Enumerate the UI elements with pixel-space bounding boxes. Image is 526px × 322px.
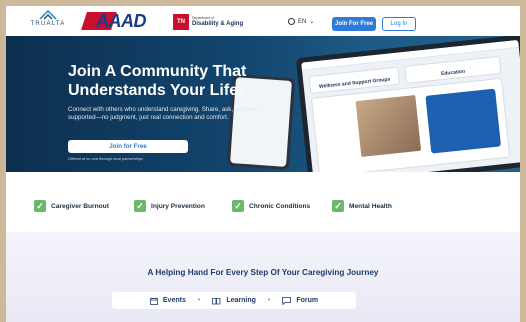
language-label: EN (298, 18, 307, 25)
login-button[interactable]: Log In (382, 17, 416, 31)
journey-section: A Helping Hand For Every Step Of Your Ca… (6, 232, 520, 322)
tab-forum[interactable]: Forum (276, 296, 324, 305)
globe-icon (288, 18, 295, 25)
chat-icon (282, 296, 292, 305)
check-icon: ✓ (332, 200, 344, 212)
feature-injury-prevention: ✓ Injury Prevention (134, 200, 205, 212)
feature-label: Injury Prevention (151, 202, 205, 210)
check-icon: ✓ (34, 200, 46, 212)
tn-dept-name: Disability & Aging (192, 20, 244, 27)
feature-label: Caregiver Burnout (51, 202, 109, 210)
laptop-screen: Wellness and Support Groups Education (301, 39, 520, 172)
laptop-promo-card (425, 88, 502, 154)
aaad-logo[interactable]: AAAD (81, 11, 162, 31)
feature-mental-health: ✓ Mental Health (332, 200, 392, 212)
tab-learning[interactable]: Learning (206, 297, 262, 305)
tab-label: Events (162, 297, 186, 304)
chevron-down-icon: ⌄ (309, 19, 315, 25)
page-frame: TRUALTA AAAD TN Department of Disability… (6, 6, 520, 322)
separator-dot: • (267, 297, 271, 304)
hero-title: Join A Community That Understands Your L… (68, 63, 247, 99)
tn-dept-logo[interactable]: TN Department of Disability & Aging (173, 14, 243, 30)
trualta-logo[interactable]: TRUALTA (28, 10, 68, 34)
language-selector[interactable]: EN ⌄ (288, 18, 314, 25)
laptop-mockup: Wellness and Support Groups Education (295, 36, 520, 172)
feature-chronic-conditions: ✓ Chronic Conditions (232, 200, 310, 212)
check-icon: ✓ (134, 200, 146, 212)
hero-subtitle: Connect with others who understand careg… (68, 106, 257, 121)
tn-badge: TN (173, 14, 189, 30)
aaad-wordmark: AAAD (96, 11, 147, 31)
check-icon: ✓ (232, 200, 244, 212)
journey-tabs: Events • Learning • Forum (112, 292, 356, 309)
tab-events[interactable]: Events (144, 297, 192, 305)
tn-dept-text: Department of Disability & Aging (192, 17, 243, 27)
tab-label: Learning (226, 297, 256, 304)
laptop-photo (355, 94, 422, 157)
join-free-button-nav[interactable]: Join For Free (332, 17, 376, 31)
join-free-button-hero[interactable]: Join for Free (68, 140, 188, 153)
features-strip: ✓ Caregiver Burnout ✓ Injury Prevention … (6, 172, 520, 232)
book-icon (212, 297, 221, 304)
feature-label: Chronic Conditions (249, 202, 311, 210)
journey-title: A Helping Hand For Every Step Of Your Ca… (147, 268, 379, 277)
hero-section: Wellness and Support Groups Education Jo… (6, 36, 520, 172)
feature-caregiver-burnout: ✓ Caregiver Burnout (34, 200, 109, 212)
tab-label: Forum (296, 297, 319, 304)
trualta-mountain-icon (39, 10, 57, 20)
calendar-icon (149, 297, 158, 305)
separator-dot: • (197, 297, 201, 304)
feature-label: Mental Health (349, 202, 392, 210)
trualta-wordmark: TRUALTA (30, 21, 66, 27)
top-nav: TRUALTA AAAD TN Department of Disability… (6, 6, 520, 36)
hero-note: Offered at no cost through local partner… (68, 157, 143, 161)
